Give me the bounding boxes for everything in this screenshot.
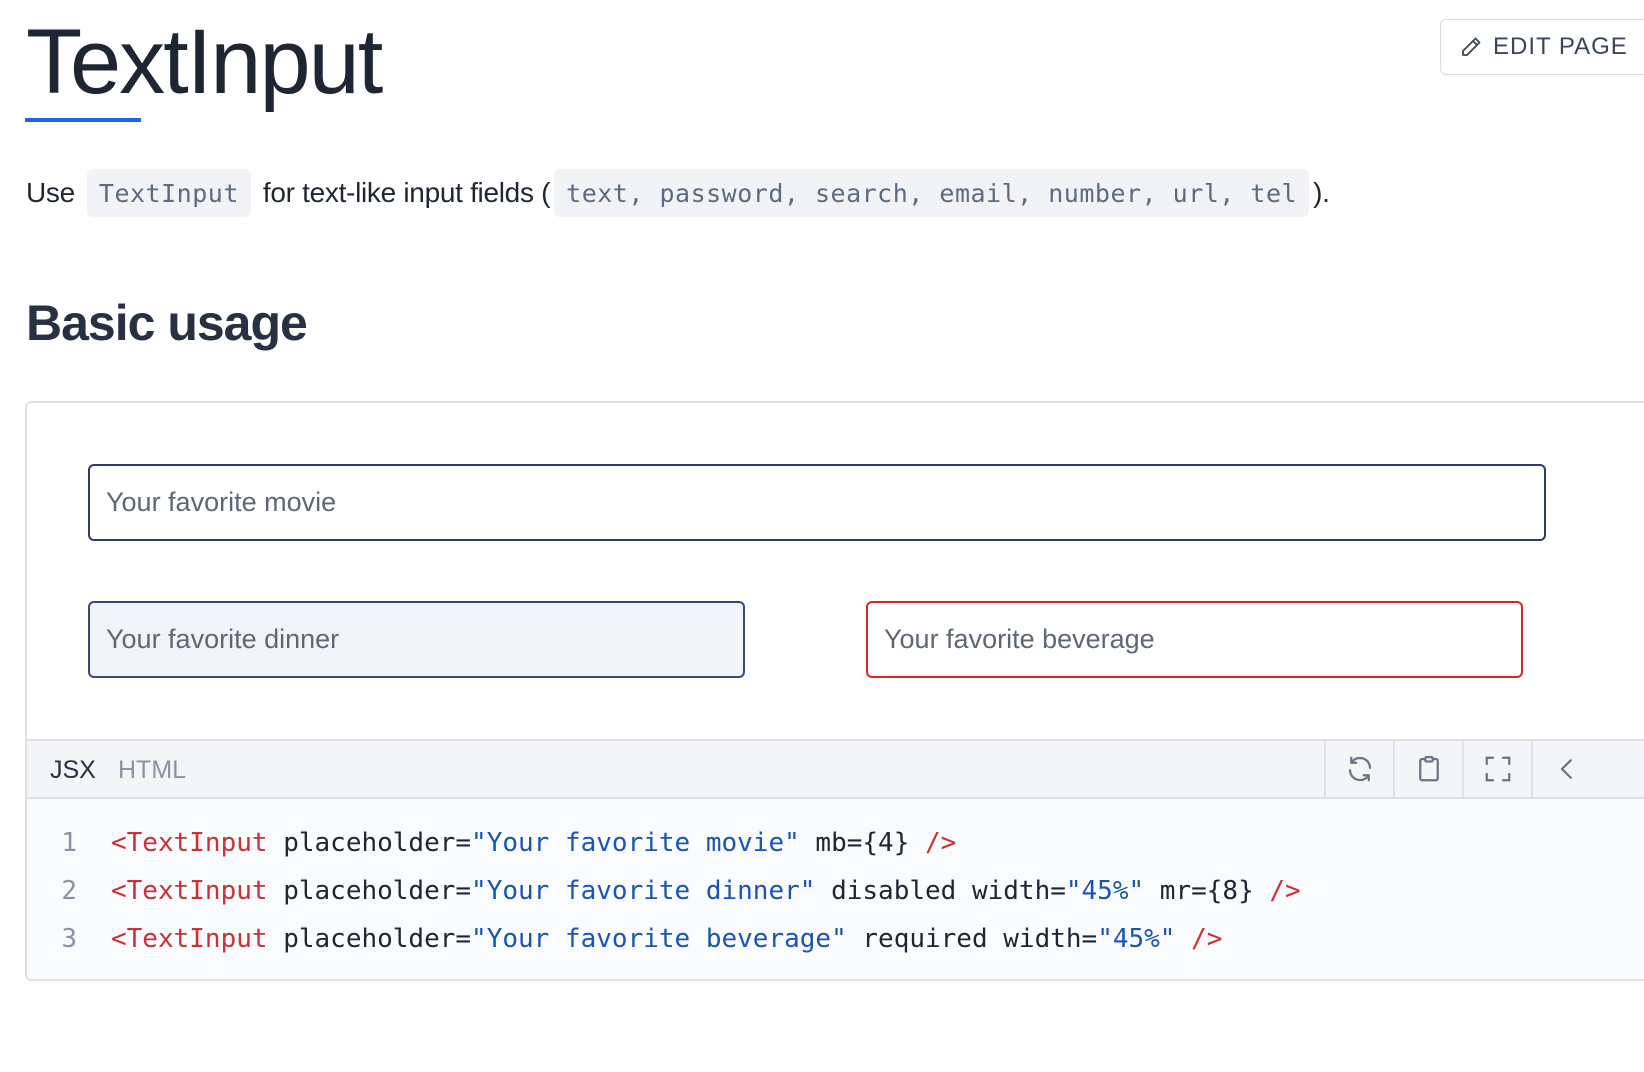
intro-middle: for text-like input fields ( (262, 177, 551, 208)
code-string: "Your favorite movie" (471, 828, 800, 858)
code-attr: mb={4} (799, 828, 926, 858)
tab-html[interactable]: HTML (118, 741, 186, 799)
intro-component-code: TextInput (86, 169, 251, 217)
code-tag-end: /> (925, 828, 957, 858)
dinner-input[interactable] (88, 601, 745, 678)
line-number: 3 (61, 924, 77, 954)
code-attr: placeholder= (267, 828, 472, 858)
code-attr (1175, 924, 1191, 954)
code-line: 3 <TextInput placeholder= "Your favorite b… (27, 915, 1222, 963)
beverage-input[interactable] (866, 601, 1523, 678)
code-tag: <TextInput (111, 876, 268, 906)
code-line: 1 <TextInput placeholder= "Your favorite m… (27, 819, 956, 867)
code-tag: <TextInput (111, 924, 268, 954)
section-title: Basic usage (26, 295, 308, 351)
title-underline (25, 118, 141, 122)
pencil-icon (1462, 37, 1481, 56)
code-tag-end: /> (1191, 924, 1223, 954)
demo-box: JSX HTML (25, 401, 1644, 981)
code-attr: disabled width= (815, 876, 1066, 906)
copy-button[interactable] (1393, 741, 1463, 797)
code-toolbar: JSX HTML (27, 739, 1644, 799)
intro-end: ). (1313, 177, 1330, 208)
code-string: "Your favorite beverage" (471, 924, 847, 954)
code-tag: <TextInput (111, 828, 268, 858)
chevron-left-icon (1560, 759, 1572, 779)
fullscreen-button[interactable] (1462, 741, 1532, 797)
code-line: 2 <TextInput placeholder= "Your favorite d… (27, 867, 1301, 915)
collapse-button[interactable] (1531, 741, 1601, 797)
line-number: 2 (61, 876, 77, 906)
line-number: 1 (61, 828, 77, 858)
intro-paragraph: Use TextInput for text-like input fields… (26, 168, 1330, 218)
code-string: "45%" (1097, 924, 1176, 954)
tab-jsx[interactable]: JSX (50, 741, 96, 799)
edit-page-button[interactable]: EDIT PAGE (1440, 19, 1644, 75)
code-attr: placeholder= (267, 924, 472, 954)
page-title: TextInput (26, 11, 383, 113)
refresh-icon (1348, 756, 1372, 782)
code-editor[interactable]: 1 <TextInput placeholder= "Your favorite m… (27, 799, 1644, 979)
clipboard-icon (1419, 756, 1439, 782)
code-attr: mr={8} (1144, 876, 1270, 906)
edit-page-label: EDIT PAGE (1493, 33, 1628, 60)
reset-button[interactable] (1324, 741, 1394, 797)
code-string: "45%" (1065, 876, 1145, 906)
intro-use: Use (26, 177, 75, 208)
code-tag-end: /> (1269, 876, 1301, 906)
movie-input[interactable] (88, 464, 1546, 541)
fullscreen-icon (1485, 756, 1511, 782)
code-string: "Your favorite dinner" (471, 876, 816, 906)
code-attr: placeholder= (267, 876, 472, 906)
intro-types-code: text, password, search, email, number, u… (554, 169, 1310, 217)
code-attr: required width= (846, 924, 1098, 954)
